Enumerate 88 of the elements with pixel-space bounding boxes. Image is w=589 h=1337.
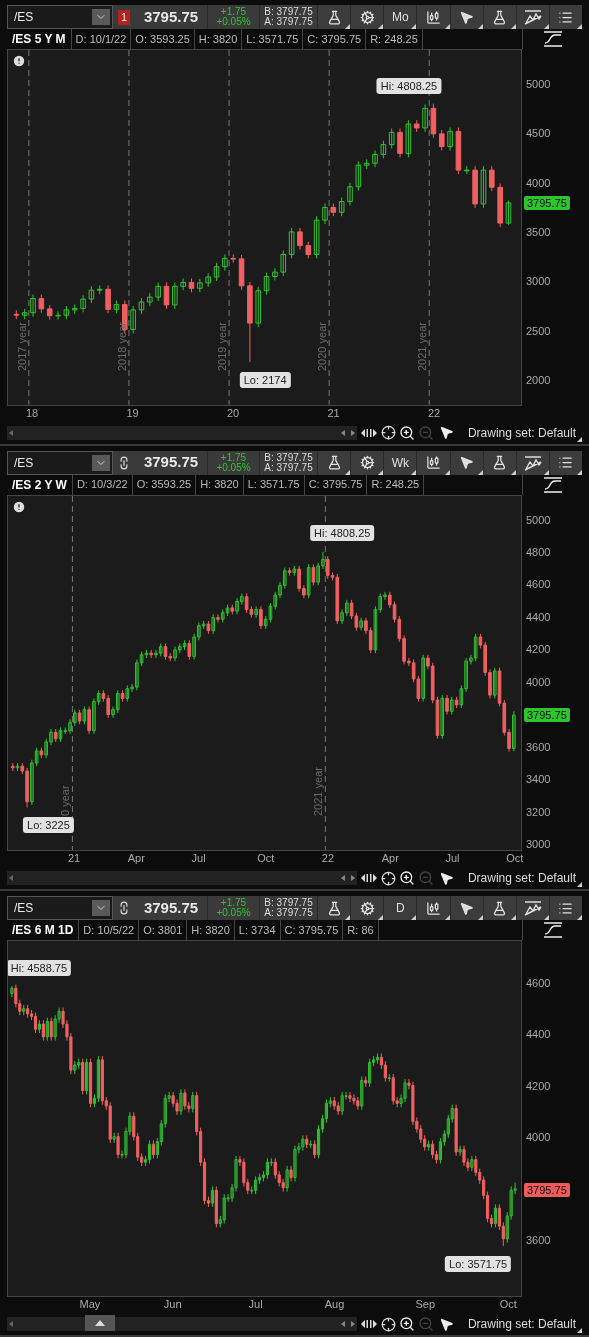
price-axis-label: 5000 (526, 513, 551, 526)
time-axis-label: 21 (67, 852, 81, 866)
price-axis-label: 4000 (526, 675, 551, 688)
percent-change: +0.05% (216, 462, 251, 473)
period-label: 2018 year (115, 321, 128, 371)
price-axis-label: 4400 (526, 1028, 551, 1041)
last-price-marker: 3795.75 (524, 1182, 570, 1197)
period-label: 2021 year (416, 321, 429, 371)
high-price-label: Hi: 4588.75 (8, 960, 72, 977)
time-axis-label: Jul (191, 852, 206, 866)
price-axis-label: 3500 (526, 225, 551, 238)
drawing-set-button[interactable]: Drawing set: Default (467, 1315, 582, 1333)
aggregation-button[interactable]: Wk (383, 450, 417, 475)
time-axis-label: 21 (327, 406, 340, 420)
ohlc-value: C: 3795.75 (304, 474, 368, 495)
chart-plot[interactable]: Hi: 4588.75 Lo: 3571.75 (7, 940, 522, 1297)
ask-price: A: 3797.75 (264, 462, 313, 473)
price-axis-label: 3000 (526, 838, 551, 851)
aggregation-button[interactable]: Mo (383, 5, 417, 29)
symbol-field[interactable]: /ES (7, 5, 113, 29)
price-axis-label: 4500 (526, 127, 551, 140)
ohlc-value: O: 3593.25 (132, 474, 197, 495)
last-price-marker: 3795.75 (524, 195, 570, 210)
ohlc-value: H: 3820 (196, 474, 244, 495)
time-axis-label: Jul (248, 1298, 263, 1311)
high-price-label: Hi: 4808.25 (310, 525, 375, 542)
price-axis-label: 2000 (526, 373, 551, 386)
period-label: 2017 year (15, 321, 28, 371)
net-change: +1.75 (220, 452, 247, 463)
low-price-label: Lo: 2174 (239, 371, 291, 388)
price-axis-label: 3000 (526, 275, 551, 288)
bid-price: B: 3797.75 (264, 452, 313, 463)
symbol-field[interactable]: /ES (7, 896, 113, 921)
time-axis-label: 18 (26, 406, 39, 420)
time-axis-label: Aug (324, 1298, 345, 1311)
price-axis-label: 4600 (526, 578, 551, 591)
low-price-label: Lo: 3571.75 (445, 1256, 512, 1273)
chart-plot[interactable]: 2017 year 2018 year 2019 year 2020 year 2021 year Hi: 4808.25 Lo: 2174 (7, 49, 522, 406)
aggregation-button[interactable]: D (383, 896, 417, 921)
ohlc-value: L: 3571.75 (243, 474, 305, 495)
time-axis-label: Jul (445, 852, 460, 866)
price-axis-label: 4200 (526, 643, 551, 656)
last-price-marker: 3795.75 (524, 708, 570, 723)
time-axis-label: Oct (506, 852, 524, 866)
time-axis-label: Oct (257, 852, 275, 866)
bid-price: B: 3797.75 (264, 898, 313, 909)
time-axis-label: Apr (127, 852, 145, 866)
price-axis-label: 4600 (526, 976, 551, 989)
percent-change: +0.05% (216, 17, 251, 27)
ask-price: A: 3797.75 (264, 17, 313, 27)
price-axis-label: 3600 (526, 740, 551, 753)
price-axis-label: 5000 (526, 78, 551, 90)
percent-change: +0.05% (216, 908, 251, 919)
period-label: 2021 year (312, 767, 325, 817)
high-price-label: Hi: 4808.25 (376, 77, 442, 94)
price-axis-label: 4200 (526, 1079, 551, 1092)
ask-price: A: 3797.75 (264, 908, 313, 919)
period-label: 2020 year (316, 321, 329, 371)
drawing-set-button[interactable]: Drawing set: Default (467, 423, 582, 442)
time-axis-label: 22 (321, 852, 335, 866)
time-axis-label: Oct (499, 1298, 517, 1311)
time-axis-label: 22 (427, 406, 441, 420)
price-axis-label: 4000 (526, 1131, 551, 1144)
time-axis-label: Apr (381, 852, 399, 866)
price-axis-label: 3400 (526, 773, 551, 786)
period-label: 2019 year (216, 321, 229, 371)
time-axis-label: 20 (226, 406, 240, 420)
price-axis-label: 2500 (526, 324, 551, 337)
time-axis-label: 19 (126, 406, 139, 420)
ohlc-value: R: 248.25 (367, 474, 425, 495)
chart-title: /ES 2 Y W (7, 474, 73, 495)
net-change: +1.75 (220, 7, 247, 17)
ohlc-value: D: 10/3/22 (72, 474, 133, 495)
low-price-label: Lo: 3225 (23, 817, 74, 834)
time-axis-label: May (79, 1298, 101, 1311)
price-axis-label: 4000 (526, 176, 551, 189)
price-axis-label: 3600 (526, 1233, 551, 1246)
symbol-field[interactable]: /ES (7, 450, 113, 475)
period-label: 0 year (59, 785, 72, 817)
link-group-badge[interactable]: 1 (117, 9, 131, 25)
chart-plot[interactable]: 0 year 2021 year Hi: 4808.25 Lo: 3225 (7, 494, 522, 852)
price-axis-label: 4800 (526, 546, 551, 558)
time-axis-label: Sep (415, 1298, 436, 1311)
time-axis-label: Jun (163, 1298, 182, 1311)
price-axis-label: 4400 (526, 610, 551, 623)
price-axis-label: 3200 (526, 805, 551, 818)
net-change: +1.75 (220, 898, 247, 909)
bid-price: B: 3797.75 (264, 7, 313, 17)
